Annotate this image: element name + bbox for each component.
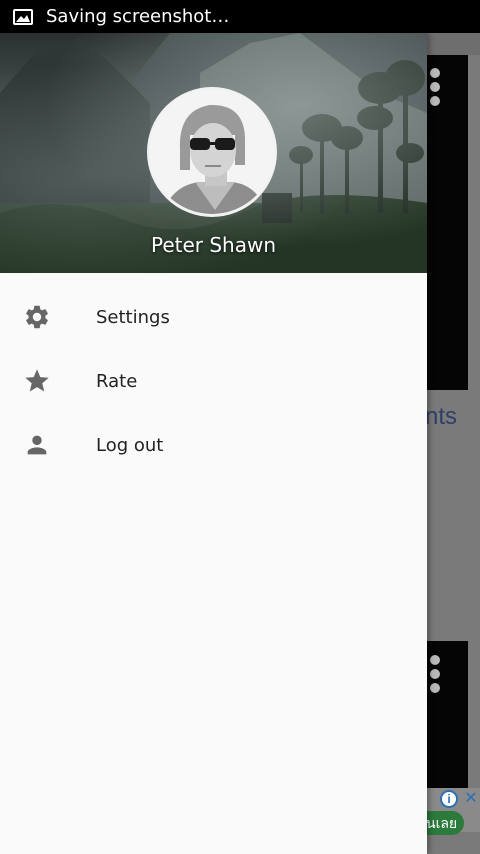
person-icon bbox=[22, 430, 52, 460]
close-icon[interactable]: ✕ bbox=[462, 790, 480, 808]
image-icon bbox=[13, 8, 33, 25]
status-bar: Saving screenshot… bbox=[0, 0, 480, 33]
more-options-icon[interactable] bbox=[430, 68, 442, 110]
menu-item-logout[interactable]: Log out bbox=[0, 413, 427, 477]
drawer-header: Peter Shawn bbox=[0, 33, 427, 273]
drawer-menu: Settings Rate Log out bbox=[0, 273, 427, 477]
status-text: Saving screenshot… bbox=[46, 6, 230, 27]
info-icon[interactable]: i bbox=[440, 790, 458, 808]
menu-item-rate[interactable]: Rate bbox=[0, 349, 427, 413]
star-icon bbox=[22, 366, 52, 396]
avatar-image bbox=[150, 90, 274, 214]
menu-item-label: Settings bbox=[96, 306, 170, 328]
avatar[interactable] bbox=[147, 87, 277, 217]
background-heading: nts bbox=[425, 403, 458, 430]
menu-item-label: Log out bbox=[96, 434, 164, 456]
menu-item-label: Rate bbox=[96, 370, 138, 392]
user-name: Peter Shawn bbox=[150, 233, 277, 257]
gear-icon bbox=[22, 302, 52, 332]
more-options-icon-2[interactable] bbox=[430, 655, 442, 697]
navigation-drawer: Peter Shawn Settings Rate Log out bbox=[0, 33, 427, 854]
menu-item-settings[interactable]: Settings bbox=[0, 285, 427, 349]
